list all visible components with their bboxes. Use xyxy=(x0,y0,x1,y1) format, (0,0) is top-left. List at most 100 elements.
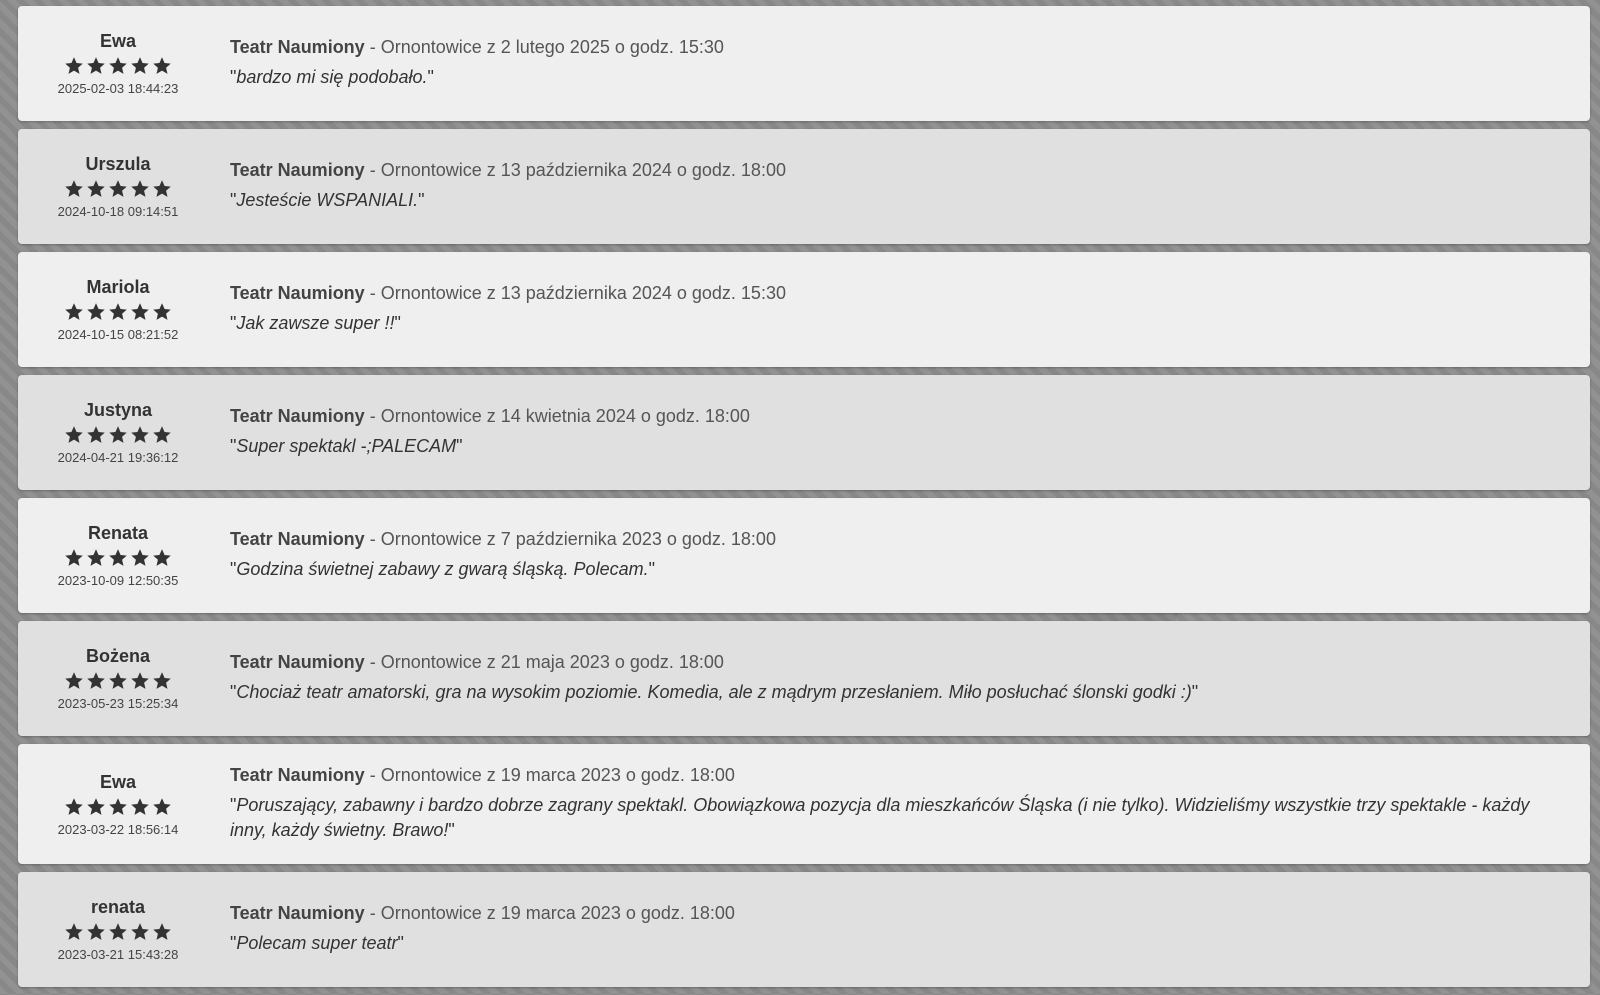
review-item: Bożena 2023-05-23 15:25:34 Teatr Naumion… xyxy=(18,621,1590,736)
star-icon xyxy=(65,549,83,566)
star-icon xyxy=(131,549,149,566)
theatre-name: Teatr Naumiony xyxy=(230,406,365,426)
star-icon xyxy=(153,923,171,940)
star-icon xyxy=(153,180,171,197)
review-header: Teatr Naumiony - Ornontowice z 19 marca … xyxy=(230,903,1550,924)
review-quote-text: Chociaż teatr amatorski, gra na wysokim … xyxy=(236,682,1192,702)
star-rating xyxy=(18,425,218,445)
star-icon xyxy=(65,57,83,74)
theatre-name: Teatr Naumiony xyxy=(230,529,365,549)
star-icon xyxy=(65,180,83,197)
star-icon xyxy=(87,426,105,443)
star-icon xyxy=(87,180,105,197)
review-text: "Polecam super teatr" xyxy=(230,933,404,953)
theatre-name: Teatr Naumiony xyxy=(230,37,365,57)
star-icon xyxy=(65,303,83,320)
star-icon xyxy=(65,923,83,940)
review-item: Ewa 2023-03-22 18:56:14 Teatr Naumiony -… xyxy=(18,744,1590,864)
star-icon xyxy=(109,672,127,689)
review-header: Teatr Naumiony - Ornontowice z 14 kwietn… xyxy=(230,406,1550,427)
review-date: 2023-10-09 12:50:35 xyxy=(57,573,179,588)
reviewer-name: Justyna xyxy=(83,400,153,420)
review-body: Teatr Naumiony - Ornontowice z 13 paździ… xyxy=(218,160,1590,213)
star-icon xyxy=(131,303,149,320)
theatre-name: Teatr Naumiony xyxy=(230,765,365,785)
review-quote-text: bardzo mi się podobało. xyxy=(236,67,428,87)
review-date: 2025-02-03 18:44:23 xyxy=(57,81,179,96)
star-rating xyxy=(18,671,218,691)
event-info: - Ornontowice z 19 marca 2023 o godz. 18… xyxy=(364,903,735,923)
review-header: Teatr Naumiony - Ornontowice z 13 paździ… xyxy=(230,160,1550,181)
star-icon xyxy=(109,797,127,815)
event-info: - Ornontowice z 2 lutego 2025 o godz. 15… xyxy=(364,37,724,57)
review-item: Mariola 2024-10-15 08:21:52 Teatr Naumio… xyxy=(18,252,1590,367)
star-icon xyxy=(87,303,105,320)
reviewer-info: Bożena 2023-05-23 15:25:34 xyxy=(18,646,218,711)
star-icon xyxy=(109,303,127,320)
theatre-name: Teatr Naumiony xyxy=(230,652,365,672)
review-body: Teatr Naumiony - Ornontowice z 2 lutego … xyxy=(218,37,1590,90)
review-text: "bardzo mi się podobało." xyxy=(230,67,434,87)
review-body: Teatr Naumiony - Ornontowice z 7 paździe… xyxy=(218,529,1590,582)
review-quote-text: Jesteście WSPANIALI. xyxy=(236,190,419,210)
star-icon xyxy=(153,672,171,689)
review-body: Teatr Naumiony - Ornontowice z 13 paździ… xyxy=(218,283,1590,336)
reviewer-name: Bożena xyxy=(85,646,150,666)
star-icon xyxy=(153,797,171,815)
review-item: renata 2023-03-21 15:43:28 Teatr Naumion… xyxy=(18,872,1590,987)
star-icon xyxy=(153,549,171,566)
reviewer-name: renata xyxy=(90,897,146,917)
theatre-name: Teatr Naumiony xyxy=(230,903,365,923)
star-icon xyxy=(153,57,171,74)
review-text: "Poruszający, zabawny i bardzo dobrze za… xyxy=(230,795,1530,840)
star-icon xyxy=(109,426,127,443)
star-icon xyxy=(87,797,105,815)
star-icon xyxy=(65,797,83,815)
review-body: Teatr Naumiony - Ornontowice z 19 marca … xyxy=(218,903,1590,956)
review-date: 2024-10-15 08:21:52 xyxy=(57,327,179,342)
review-quote-text: Poruszający, zabawny i bardzo dobrze zag… xyxy=(230,795,1530,840)
reviewer-info: Renata 2023-10-09 12:50:35 xyxy=(18,523,218,588)
reviewer-name: Renata xyxy=(87,523,149,543)
event-info: - Ornontowice z 7 października 2023 o go… xyxy=(364,529,776,549)
reviewer-info: Justyna 2024-04-21 19:36:12 xyxy=(18,400,218,465)
review-text: "Jesteście WSPANIALI." xyxy=(230,190,425,210)
review-item: Urszula 2024-10-18 09:14:51 Teatr Naumio… xyxy=(18,129,1590,244)
review-header: Teatr Naumiony - Ornontowice z 7 paździe… xyxy=(230,529,1550,550)
star-icon xyxy=(109,57,127,74)
review-quote-text: Polecam super teatr xyxy=(236,933,398,953)
reviews-list: Ewa 2025-02-03 18:44:23 Teatr Naumiony -… xyxy=(18,6,1590,995)
theatre-name: Teatr Naumiony xyxy=(230,160,365,180)
star-rating xyxy=(18,797,218,817)
review-text: "Godzina świetnej zabawy z gwarą śląską.… xyxy=(230,559,655,579)
reviewer-name: Urszula xyxy=(85,154,151,174)
star-rating xyxy=(18,922,218,942)
reviewer-info: Urszula 2024-10-18 09:14:51 xyxy=(18,154,218,219)
review-body: Teatr Naumiony - Ornontowice z 14 kwietn… xyxy=(218,406,1590,459)
review-date: 2024-10-18 09:14:51 xyxy=(57,204,179,219)
event-info: - Ornontowice z 13 października 2024 o g… xyxy=(364,160,786,180)
star-icon xyxy=(131,672,149,689)
reviewer-info: Mariola 2024-10-15 08:21:52 xyxy=(18,277,218,342)
event-info: - Ornontowice z 14 kwietnia 2024 o godz.… xyxy=(364,406,750,426)
review-date: 2023-03-22 18:56:14 xyxy=(57,821,179,837)
review-body: Teatr Naumiony - Ornontowice z 19 marca … xyxy=(218,765,1590,843)
star-icon xyxy=(131,797,149,815)
star-rating xyxy=(18,56,218,76)
event-info: - Ornontowice z 19 marca 2023 o godz. 18… xyxy=(364,765,735,785)
review-date: 2023-03-21 15:43:28 xyxy=(57,947,179,962)
review-date: 2023-05-23 15:25:34 xyxy=(57,696,179,711)
star-icon xyxy=(131,57,149,74)
star-icon xyxy=(65,426,83,443)
review-header: Teatr Naumiony - Ornontowice z 2 lutego … xyxy=(230,37,1550,58)
reviewer-info: Ewa 2023-03-22 18:56:14 xyxy=(18,772,218,837)
review-quote-text: Super spektakl -;PALECAM xyxy=(236,436,457,456)
reviewer-name: Ewa xyxy=(99,31,137,51)
review-header: Teatr Naumiony - Ornontowice z 19 marca … xyxy=(230,765,1550,786)
event-info: - Ornontowice z 21 maja 2023 o godz. 18:… xyxy=(364,652,724,672)
star-icon xyxy=(109,923,127,940)
review-header: Teatr Naumiony - Ornontowice z 21 maja 2… xyxy=(230,652,1550,673)
star-icon xyxy=(131,426,149,443)
star-rating xyxy=(18,548,218,568)
star-icon xyxy=(87,672,105,689)
